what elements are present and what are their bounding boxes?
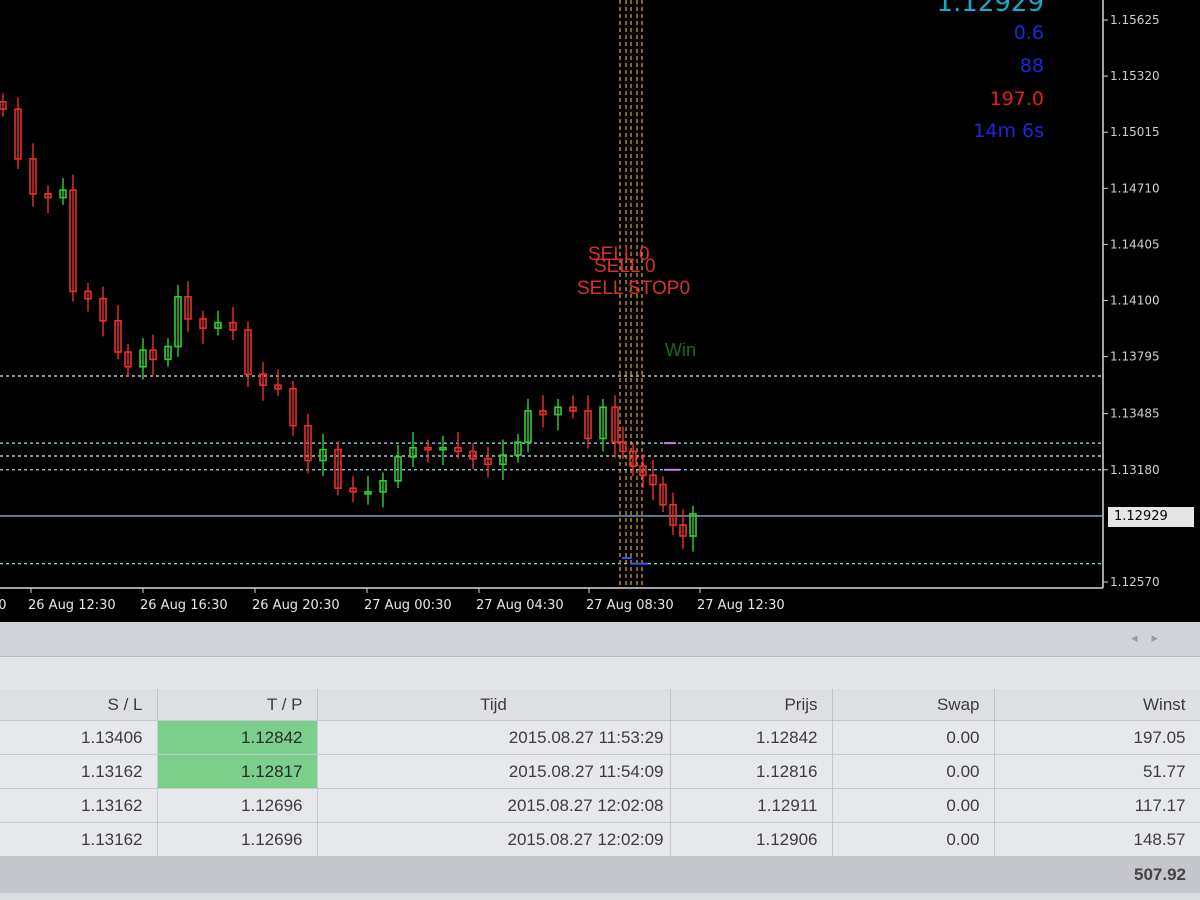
col-tijd[interactable]: Tijd (317, 689, 671, 721)
col-sl[interactable]: S / L (0, 689, 158, 721)
cell-tp: 1.12696 (157, 822, 318, 857)
cell-tijd: 2015.08.27 11:53:29 (317, 720, 671, 755)
cell-swap: 0.00 (832, 822, 995, 857)
cell-swap: 0.00 (832, 788, 995, 823)
cell-prijs: 1.12842 (670, 720, 833, 755)
cell-sl: 1.13406 (0, 720, 158, 755)
cell-winst: 117.17 (994, 788, 1200, 823)
price-tick-label: 1.13795 (1110, 350, 1160, 364)
cell-tijd: 2015.08.27 11:54:09 (317, 754, 671, 789)
order-label-3: SELL STOP0 (577, 278, 691, 299)
price-tick-label: 1.14100 (1110, 294, 1160, 308)
cell-sl: 1.13162 (0, 822, 158, 857)
table-row[interactable]: 1.13162 1.12696 2015.08.27 12:02:08 1.12911… (0, 788, 1200, 823)
cell-winst: 51.77 (994, 754, 1200, 789)
table-row[interactable]: 1.13406 1.12842 2015.08.27 11:53:29 1.12842… (0, 720, 1200, 755)
cell-prijs: 1.12911 (670, 788, 833, 823)
time-tick-label: 26 Aug 12:30 (28, 598, 116, 613)
total-winst: 507.92 (994, 856, 1200, 893)
price-tick-label: 1.15320 (1110, 69, 1160, 83)
terminal-toolbar: ◂▸ (0, 622, 1200, 657)
price-tick-label: 1.14405 (1110, 237, 1160, 251)
total-empty-cell (0, 856, 157, 893)
total-row: 507.92 (0, 856, 1200, 893)
order-label-2: SELL 0 (594, 256, 656, 277)
total-empty-cell (670, 856, 832, 893)
time-tick-label: 30 (0, 598, 7, 613)
info-spread: 0.6 (1013, 22, 1044, 44)
col-prijs[interactable]: Prijs (670, 689, 833, 721)
table-header: S / L T / P Tijd Prijs Swap Winst (0, 689, 1200, 721)
time-tick-label: 27 Aug 12:30 (697, 598, 785, 613)
time-tick-label: 27 Aug 04:30 (476, 598, 564, 613)
time-tick-label: 26 Aug 20:30 (252, 598, 340, 613)
total-empty-cell (157, 856, 317, 893)
price-tick-label: 1.15015 (1110, 125, 1160, 139)
cell-sl: 1.13162 (0, 788, 158, 823)
info-price: 1.12929 (936, 0, 1044, 18)
total-empty-cell (317, 856, 670, 893)
table-row[interactable]: 1.13162 1.12696 2015.08.27 12:02:09 1.12906… (0, 822, 1200, 857)
info-timer: 14m 6s (973, 120, 1044, 142)
terminal-spacer (0, 657, 1200, 689)
price-tick-label: 1.13180 (1110, 463, 1160, 477)
cell-swap: 0.00 (832, 720, 995, 755)
win-label: Win (665, 340, 696, 360)
cell-tp: 1.12696 (157, 788, 318, 823)
cell-prijs: 1.12816 (670, 754, 833, 789)
price-tick-label: 1.12570 (1110, 575, 1160, 589)
current-price-marker: 1.12929 (1108, 507, 1194, 527)
cell-tijd: 2015.08.27 12:02:08 (317, 788, 671, 823)
scroll-arrows-icon[interactable]: ◂▸ (1131, 631, 1172, 646)
cell-tijd: 2015.08.27 12:02:09 (317, 822, 671, 857)
cell-swap: 0.00 (832, 754, 995, 789)
col-winst[interactable]: Winst (994, 689, 1200, 721)
total-empty-cell (832, 856, 994, 893)
info-profit: 197.0 (989, 88, 1044, 110)
trade-table: S / L T / P Tijd Prijs Swap Winst 1.1340… (0, 689, 1200, 893)
table-row[interactable]: 1.13162 1.12817 2015.08.27 11:54:09 1.12816… (0, 754, 1200, 789)
time-tick-label: 27 Aug 08:30 (586, 598, 674, 613)
time-tick-label: 26 Aug 16:30 (140, 598, 228, 613)
cell-winst: 148.57 (994, 822, 1200, 857)
price-tick-label: 1.14710 (1110, 181, 1160, 195)
terminal-panel: ◂▸ S / L T / P Tijd Prijs Swap Winst 1.1… (0, 622, 1200, 900)
col-tp[interactable]: T / P (157, 689, 318, 721)
price-chart[interactable]: 1.15625 1.15320 1.15015 1.14710 1.14405 1.141… (0, 0, 1200, 622)
time-tick-label: 27 Aug 00:30 (364, 598, 452, 613)
price-tick-label: 1.15625 (1110, 13, 1160, 27)
cell-sl: 1.13162 (0, 754, 158, 789)
cell-tp: 1.12842 (157, 720, 318, 755)
cell-prijs: 1.12906 (670, 822, 833, 857)
col-swap[interactable]: Swap (832, 689, 995, 721)
info-value: 88 (1019, 55, 1044, 77)
cell-tp: 1.12817 (157, 754, 318, 789)
price-tick-label: 1.13485 (1110, 407, 1160, 421)
cell-winst: 197.05 (994, 720, 1200, 755)
